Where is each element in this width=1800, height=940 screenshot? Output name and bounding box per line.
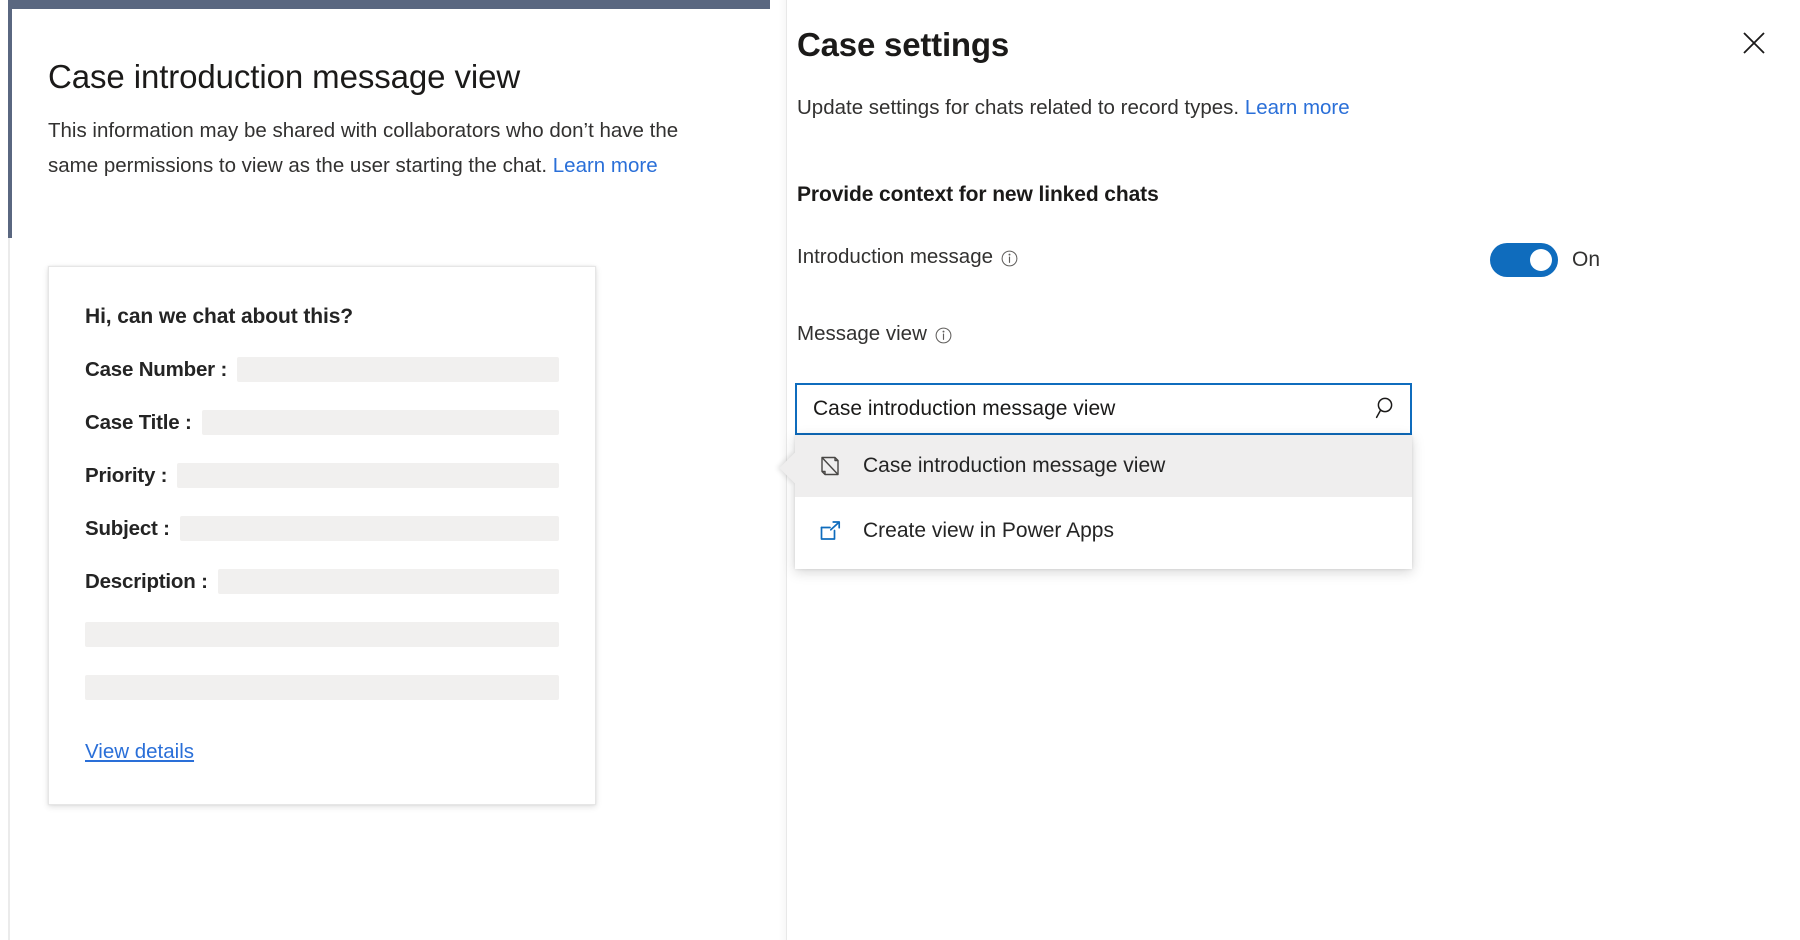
message-preview-card: Hi, can we chat about this? Case Number … (48, 266, 596, 805)
app-root: Case introduction message view This info… (0, 0, 1800, 940)
toggle-knob (1530, 249, 1552, 271)
card-field-row: Priority : (85, 463, 559, 488)
description-overflow-bar (85, 622, 559, 647)
window-left-hairline (8, 238, 10, 940)
page-subtitle-text: Update settings for chats related to rec… (797, 96, 1245, 119)
field-value-placeholder (177, 463, 559, 488)
dropdown-option-case-introduction-message-view[interactable]: Case introduction message view (795, 435, 1412, 497)
field-value-placeholder (237, 357, 559, 382)
search-button[interactable] (1364, 385, 1410, 433)
close-panel-button[interactable] (1732, 22, 1776, 66)
card-field-row: Description : (85, 569, 559, 594)
search-icon (1373, 394, 1401, 425)
description-overflow-bar (85, 675, 559, 700)
card-field-row: Subject : (85, 516, 559, 541)
field-value-placeholder (218, 569, 559, 594)
introduction-message-label-group: Introduction message (797, 245, 1018, 269)
introduction-message-label: Introduction message (797, 245, 993, 269)
message-view-input[interactable] (797, 384, 1364, 434)
field-label-priority: Priority : (85, 464, 167, 488)
message-view-label-group: Message view (797, 322, 952, 346)
message-view-combobox: Case introduction message view Create vi… (795, 383, 1412, 435)
introduction-message-row: Introduction message On (797, 243, 1777, 277)
preview-learn-more-link[interactable]: Learn more (553, 154, 658, 177)
field-value-placeholder (180, 516, 559, 541)
dropdown-option-create-view-in-power-apps[interactable]: Create view in Power Apps (795, 499, 1412, 561)
info-icon[interactable] (935, 327, 952, 344)
message-view-dropdown: Case introduction message view Create vi… (795, 435, 1412, 569)
page-subtitle: Update settings for chats related to rec… (797, 96, 1350, 120)
preview-header: Case introduction message view This info… (48, 55, 748, 183)
introduction-message-toggle-group: On (1490, 243, 1600, 277)
page-title: Case settings (797, 26, 1009, 64)
open-in-new-window-icon (817, 518, 843, 544)
card-greeting: Hi, can we chat about this? (85, 305, 559, 329)
field-label-description: Description : (85, 570, 208, 594)
preview-panel: Case introduction message view This info… (0, 0, 790, 940)
field-label-case-title: Case Title : (85, 411, 192, 435)
info-icon[interactable] (1001, 250, 1018, 267)
field-value-placeholder (202, 410, 559, 435)
case-settings-panel: Case settings Update settings for chats … (787, 0, 1800, 940)
message-view-input-box[interactable] (795, 383, 1412, 435)
close-icon (1741, 30, 1767, 59)
field-label-subject: Subject : (85, 517, 170, 541)
dropdown-option-label: Case introduction message view (863, 454, 1165, 478)
card-field-row: Case Number : (85, 357, 559, 382)
view-details-link[interactable]: View details (85, 740, 194, 764)
message-view-label: Message view (797, 322, 927, 346)
preview-title: Case introduction message view (48, 55, 748, 99)
dropdown-option-label: Create view in Power Apps (863, 519, 1114, 543)
window-left-rail (8, 0, 12, 238)
introduction-message-toggle[interactable] (1490, 243, 1558, 277)
section-heading-provide-context: Provide context for new linked chats (797, 183, 1159, 207)
field-label-case-number: Case Number : (85, 358, 227, 382)
window-top-bar (8, 0, 770, 9)
settings-learn-more-link[interactable]: Learn more (1245, 96, 1350, 119)
preview-description: This information may be shared with coll… (48, 113, 708, 183)
toggle-state-label: On (1572, 248, 1600, 272)
view-grid-icon (817, 453, 843, 479)
card-field-row: Case Title : (85, 410, 559, 435)
